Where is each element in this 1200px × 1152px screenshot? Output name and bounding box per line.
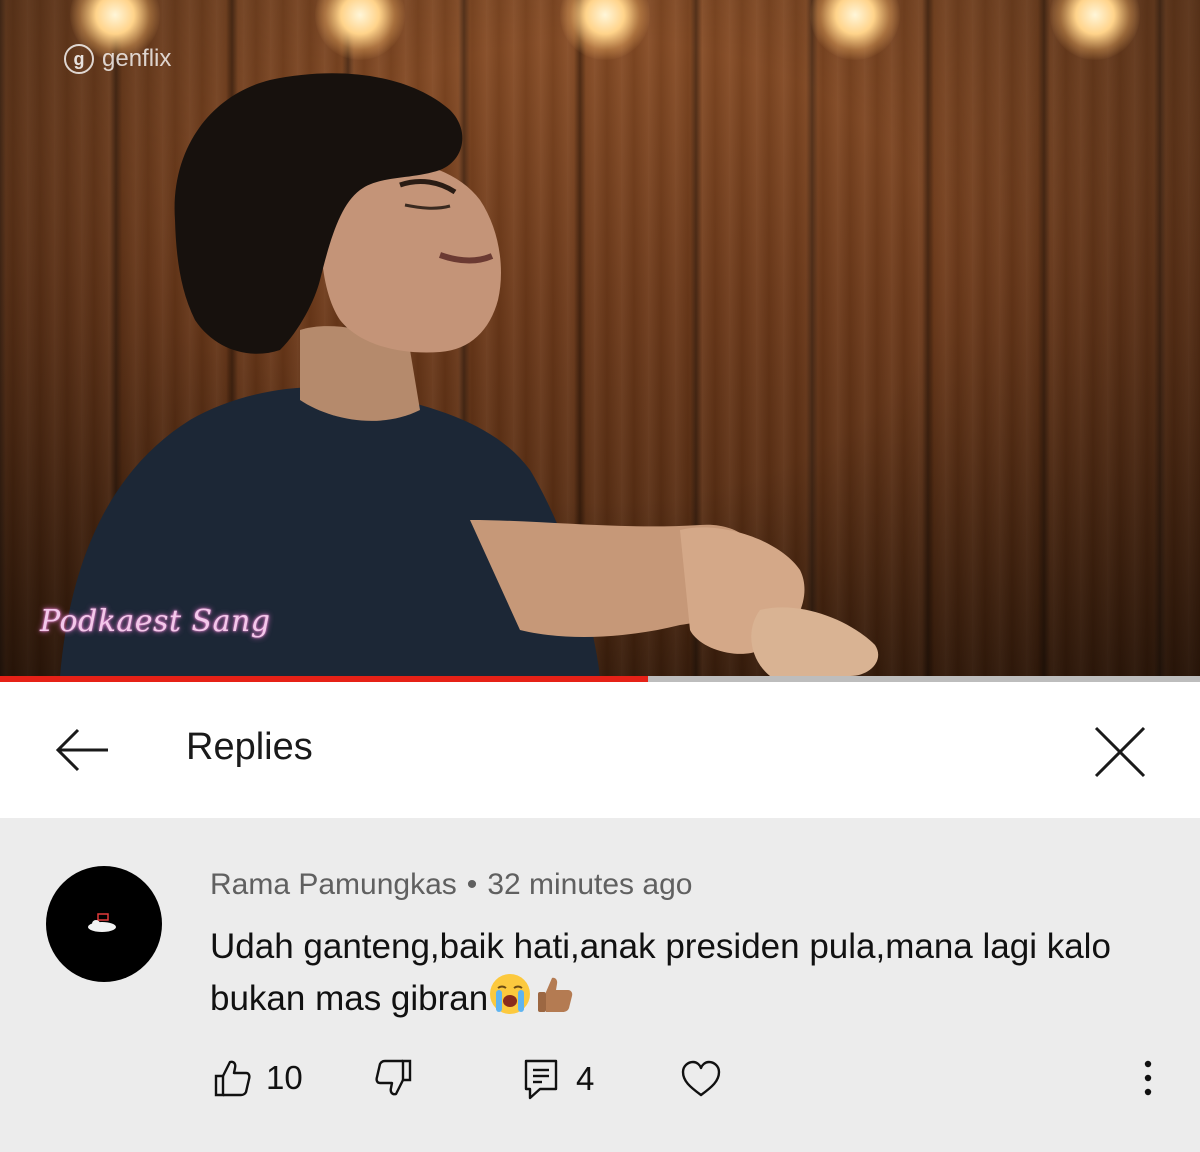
- video-progress-bar[interactable]: [0, 676, 1200, 682]
- meta-separator: •: [466, 868, 478, 901]
- dislike-button[interactable]: [374, 1058, 414, 1098]
- heart-button[interactable]: [680, 1060, 722, 1098]
- comment-timestamp: 32 minutes ago: [487, 868, 693, 901]
- back-button[interactable]: [52, 720, 112, 780]
- close-icon: [1094, 726, 1146, 778]
- comment-body: Udah ganteng,baik hati,anak presiden pul…: [210, 927, 1111, 1018]
- comment-meta: Rama Pamungkas • 32 minutes ago: [210, 868, 692, 902]
- thumbs-up-emoji: [538, 977, 573, 1012]
- avatar[interactable]: [46, 866, 162, 982]
- video-progress-fill: [0, 676, 648, 682]
- reply-count: 4: [576, 1060, 595, 1097]
- video-player[interactable]: g genflix Podkaest Sang: [0, 0, 1200, 676]
- reply-button[interactable]: 4: [522, 1058, 594, 1100]
- loudly-crying-face-emoji: [490, 974, 531, 1014]
- genflix-logo-mark: g: [64, 44, 94, 74]
- more-options-button[interactable]: [1134, 1058, 1162, 1098]
- replies-header: Replies: [0, 682, 1200, 818]
- like-count: 10: [266, 1059, 303, 1096]
- heart-icon: [681, 1060, 721, 1097]
- comment-author[interactable]: Rama Pamungkas: [210, 868, 457, 901]
- channel-watermark: Podkaest Sang: [40, 604, 271, 639]
- like-button[interactable]: 10: [212, 1058, 303, 1098]
- comment-card: Rama Pamungkas • 32 minutes ago Udah gante…: [0, 818, 1200, 1152]
- comment-actions: 10 4: [0, 1058, 1200, 1122]
- genflix-logo-text: genflix: [102, 45, 172, 72]
- more-vertical-icon: [1144, 1060, 1152, 1096]
- avatar-image: [88, 913, 116, 932]
- close-button[interactable]: [1090, 722, 1150, 782]
- reply-comment-icon: [524, 1059, 558, 1100]
- genflix-logo: g genflix: [64, 44, 171, 74]
- arrow-left-icon: [55, 728, 108, 772]
- thumbs-up-icon: [214, 1060, 251, 1097]
- thumbs-down-icon: [375, 1059, 412, 1096]
- page-title: Replies: [186, 726, 313, 768]
- video-frame-person: [60, 73, 879, 676]
- comment-text: Udah ganteng,baik hati,anak presiden pul…: [210, 922, 1170, 1024]
